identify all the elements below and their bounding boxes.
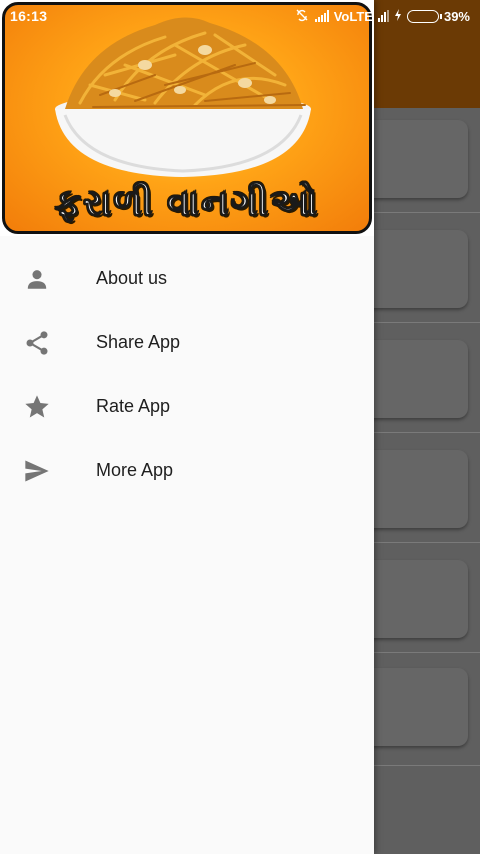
divider <box>374 322 480 323</box>
divider <box>374 212 480 213</box>
drawer-menu: About us Share App Rate App More App <box>0 246 374 502</box>
alarm-off-icon <box>294 8 310 25</box>
person-icon <box>22 264 52 294</box>
menu-item-more-app[interactable]: More App <box>0 438 374 502</box>
drawer-header: ફરાળી વાનગીઓ <box>0 0 374 236</box>
menu-item-about-us[interactable]: About us <box>0 246 374 310</box>
menu-item-label: More App <box>96 459 174 480</box>
star-icon <box>22 392 52 422</box>
battery-percent: 39% <box>443 8 470 24</box>
menu-item-share-app[interactable]: Share App <box>0 310 374 374</box>
divider <box>374 542 480 543</box>
banner-title: ફરાળી વાનગીઓ <box>54 182 320 224</box>
status-time: 16:13 <box>10 8 48 24</box>
menu-item-label: Share App <box>96 331 181 352</box>
divider <box>374 432 480 433</box>
menu-item-label: Rate App <box>96 395 171 416</box>
divider <box>374 652 480 653</box>
charging-icon <box>394 8 402 24</box>
network-type: VoLTE <box>333 8 373 24</box>
share-icon <box>22 328 52 358</box>
menu-item-rate-app[interactable]: Rate App <box>0 374 374 438</box>
menu-item-label: About us <box>96 267 168 288</box>
divider <box>374 765 480 766</box>
status-bar: 16:13 VoLTE 39% <box>0 0 480 32</box>
send-icon <box>22 456 52 486</box>
signal-icon <box>377 10 389 22</box>
header-banner-image: ફરાળી વાનગીઓ <box>2 2 372 234</box>
signal-icon <box>314 10 329 22</box>
navigation-drawer: ફરાળી વાનગીઓ About us Share App Rate App <box>0 0 374 854</box>
battery-icon <box>406 9 442 23</box>
